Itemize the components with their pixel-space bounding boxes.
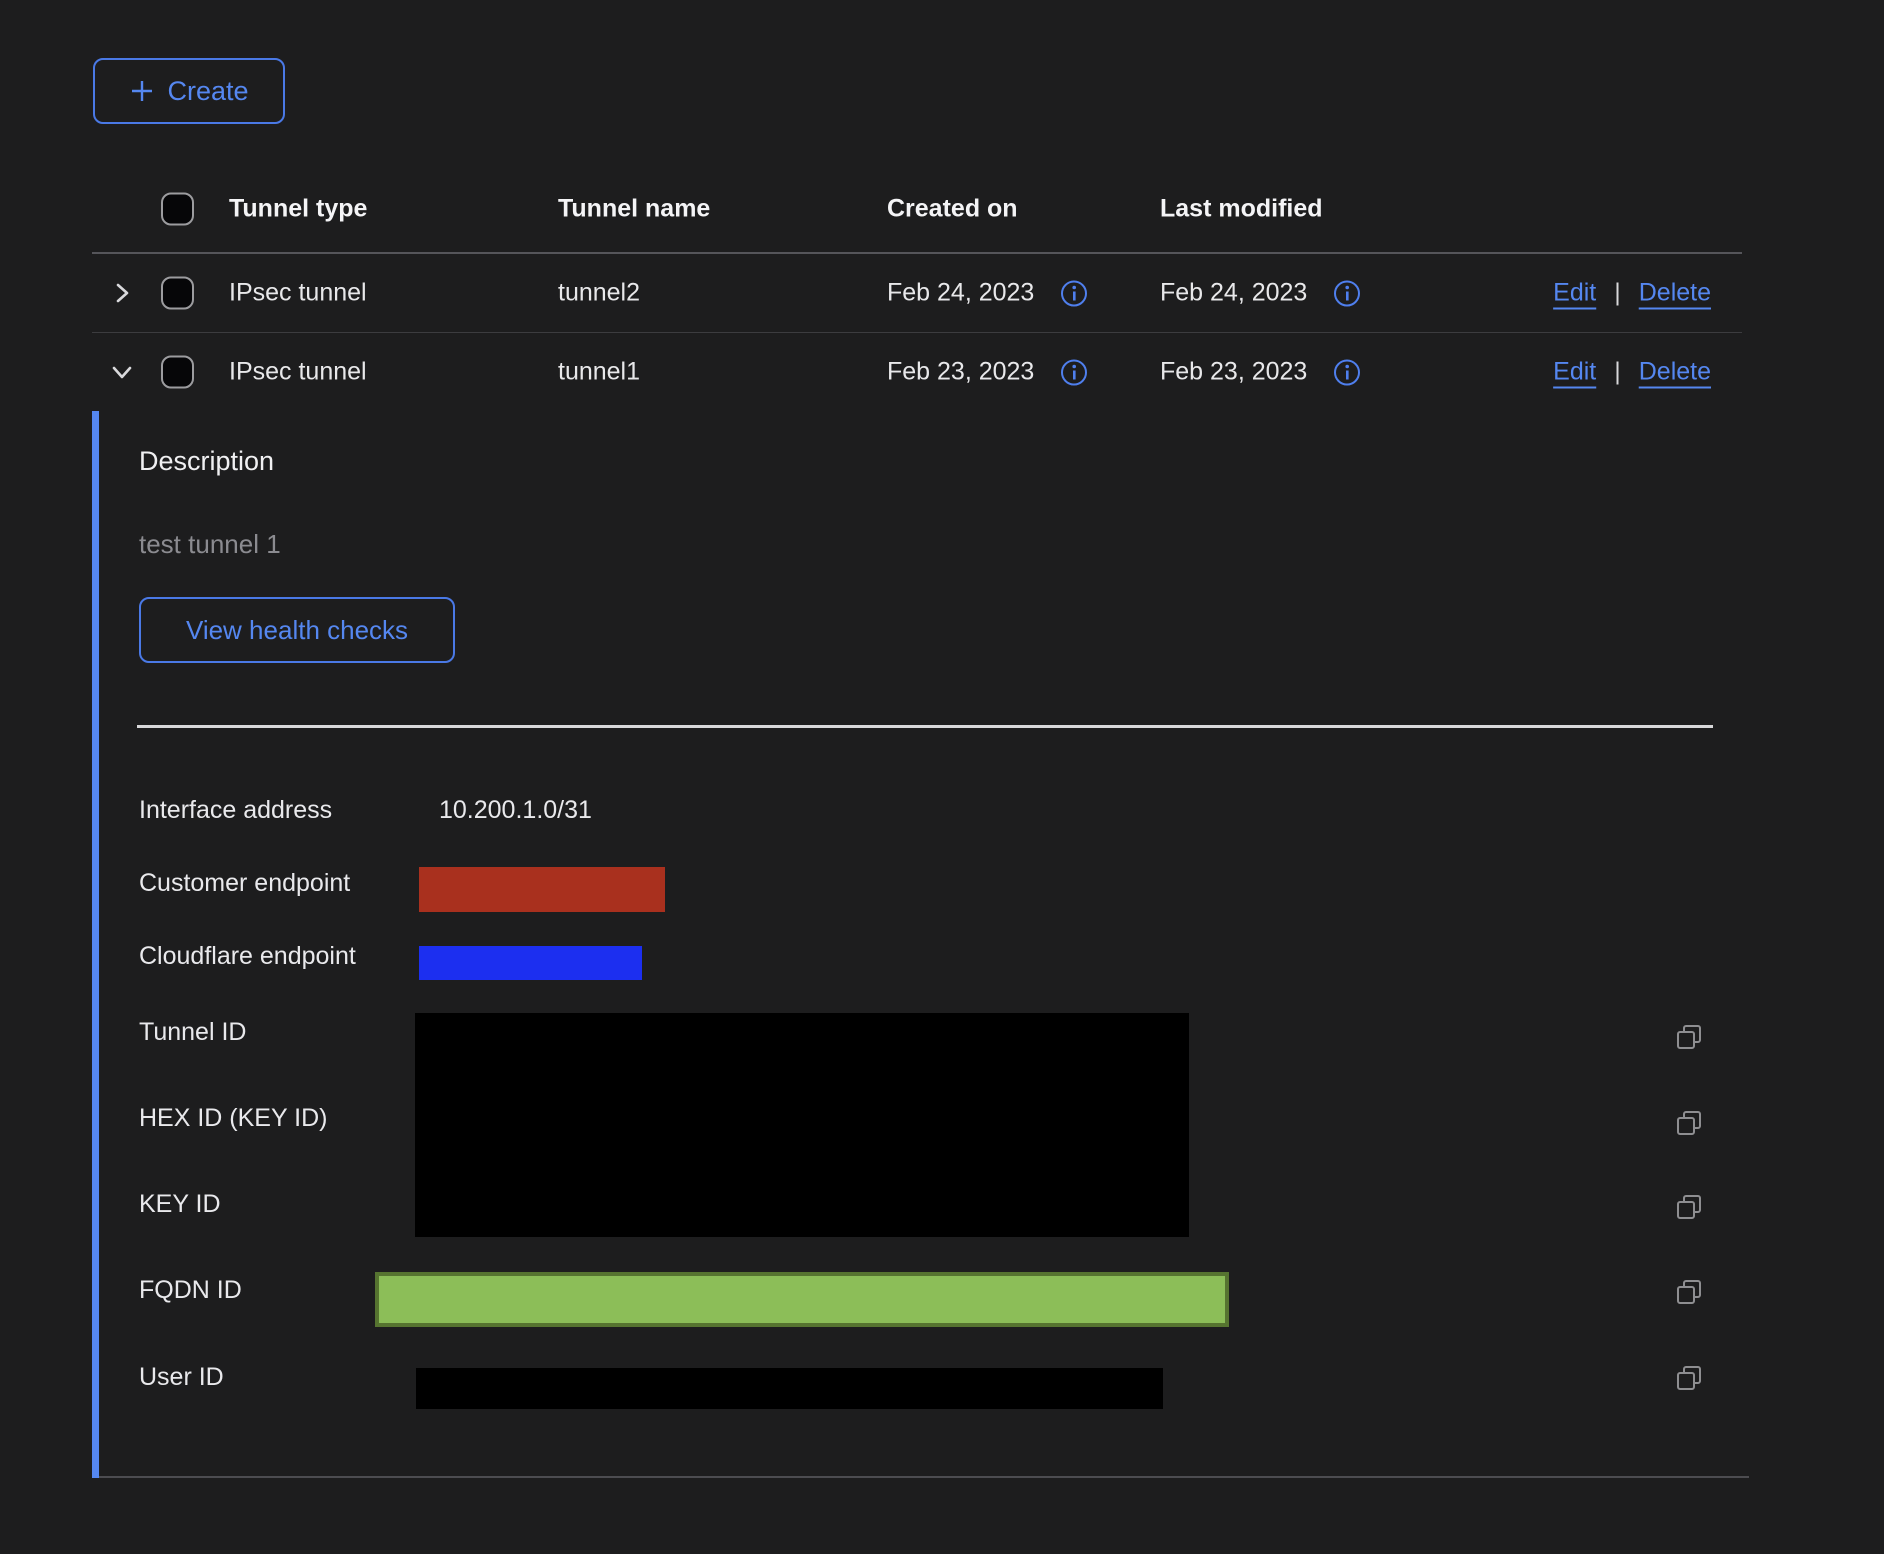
detail-bottom-divider (99, 1476, 1749, 1478)
fqdn-id-label: FQDN ID (139, 1276, 242, 1305)
created-on-cell: Feb 24, 2023 (887, 279, 1088, 308)
edit-link[interactable]: Edit (1553, 279, 1596, 308)
tunnel-type-cell: IPsec tunnel (229, 279, 367, 308)
table-row: IPsec tunnel tunnel2 Feb 24, 2023 Feb 24… (92, 254, 1742, 333)
copy-icon[interactable] (1674, 1022, 1704, 1052)
plus-icon (129, 78, 155, 104)
view-health-checks-button[interactable]: View health checks (139, 597, 455, 663)
user-id-label: User ID (139, 1363, 224, 1392)
description-value: test tunnel 1 (139, 529, 281, 560)
create-button[interactable]: Create (93, 58, 285, 124)
column-created-on: Created on (887, 194, 1018, 223)
chevron-right-icon[interactable] (106, 277, 138, 309)
fqdn-id-redaction (375, 1272, 1229, 1327)
create-button-label: Create (167, 76, 248, 107)
customer-endpoint-redaction (419, 867, 665, 912)
created-on-date: Feb 24, 2023 (887, 279, 1034, 308)
user-id-redaction (416, 1368, 1163, 1409)
row-checkbox[interactable] (161, 356, 194, 389)
row-actions: Edit | Delete (1553, 279, 1711, 308)
column-tunnel-type: Tunnel type (229, 194, 367, 223)
info-icon[interactable] (1333, 279, 1361, 307)
key-id-label: KEY ID (139, 1190, 221, 1219)
delete-link[interactable]: Delete (1639, 358, 1711, 387)
edit-link[interactable]: Edit (1553, 358, 1596, 387)
tunnel-id-label: Tunnel ID (139, 1018, 246, 1047)
row-checkbox[interactable] (161, 277, 194, 310)
description-label: Description (139, 446, 274, 477)
delete-link[interactable]: Delete (1639, 279, 1711, 308)
column-last-modified: Last modified (1160, 194, 1323, 223)
copy-icon[interactable] (1674, 1108, 1704, 1138)
copy-icon[interactable] (1674, 1363, 1704, 1393)
cloudflare-endpoint-label: Cloudflare endpoint (139, 942, 356, 971)
view-health-checks-label: View health checks (186, 615, 408, 646)
tunnel-ids-redaction (415, 1013, 1189, 1237)
last-modified-date: Feb 24, 2023 (1160, 279, 1307, 308)
tunnel-name-cell: tunnel2 (558, 279, 640, 308)
section-divider (137, 725, 1713, 728)
tunnels-page: Create Tunnel type Tunnel name Created o… (0, 0, 1884, 1554)
table-row: IPsec tunnel tunnel1 Feb 23, 2023 Feb 23… (92, 333, 1742, 411)
interface-address-value: 10.200.1.0/31 (439, 796, 592, 825)
last-modified-date: Feb 23, 2023 (1160, 358, 1307, 387)
last-modified-cell: Feb 23, 2023 (1160, 358, 1361, 387)
select-all-checkbox[interactable] (161, 192, 194, 225)
last-modified-cell: Feb 24, 2023 (1160, 279, 1361, 308)
table-header: Tunnel type Tunnel name Created on Last … (92, 165, 1742, 252)
created-on-date: Feb 23, 2023 (887, 358, 1034, 387)
tunnel-type-cell: IPsec tunnel (229, 358, 367, 387)
info-icon[interactable] (1060, 279, 1088, 307)
info-icon[interactable] (1333, 358, 1361, 386)
actions-separator: | (1614, 358, 1621, 387)
copy-icon[interactable] (1674, 1192, 1704, 1222)
cloudflare-endpoint-redaction (419, 946, 642, 980)
column-tunnel-name: Tunnel name (558, 194, 710, 223)
hex-id-label: HEX ID (KEY ID) (139, 1104, 327, 1133)
chevron-down-icon[interactable] (106, 356, 138, 388)
tunnel-name-cell: tunnel1 (558, 358, 640, 387)
customer-endpoint-label: Customer endpoint (139, 869, 350, 898)
created-on-cell: Feb 23, 2023 (887, 358, 1088, 387)
interface-address-label: Interface address (139, 796, 332, 825)
row-actions: Edit | Delete (1553, 358, 1711, 387)
actions-separator: | (1614, 279, 1621, 308)
copy-icon[interactable] (1674, 1277, 1704, 1307)
expanded-tunnel-detail: Description test tunnel 1 View health ch… (92, 411, 1742, 1478)
info-icon[interactable] (1060, 358, 1088, 386)
